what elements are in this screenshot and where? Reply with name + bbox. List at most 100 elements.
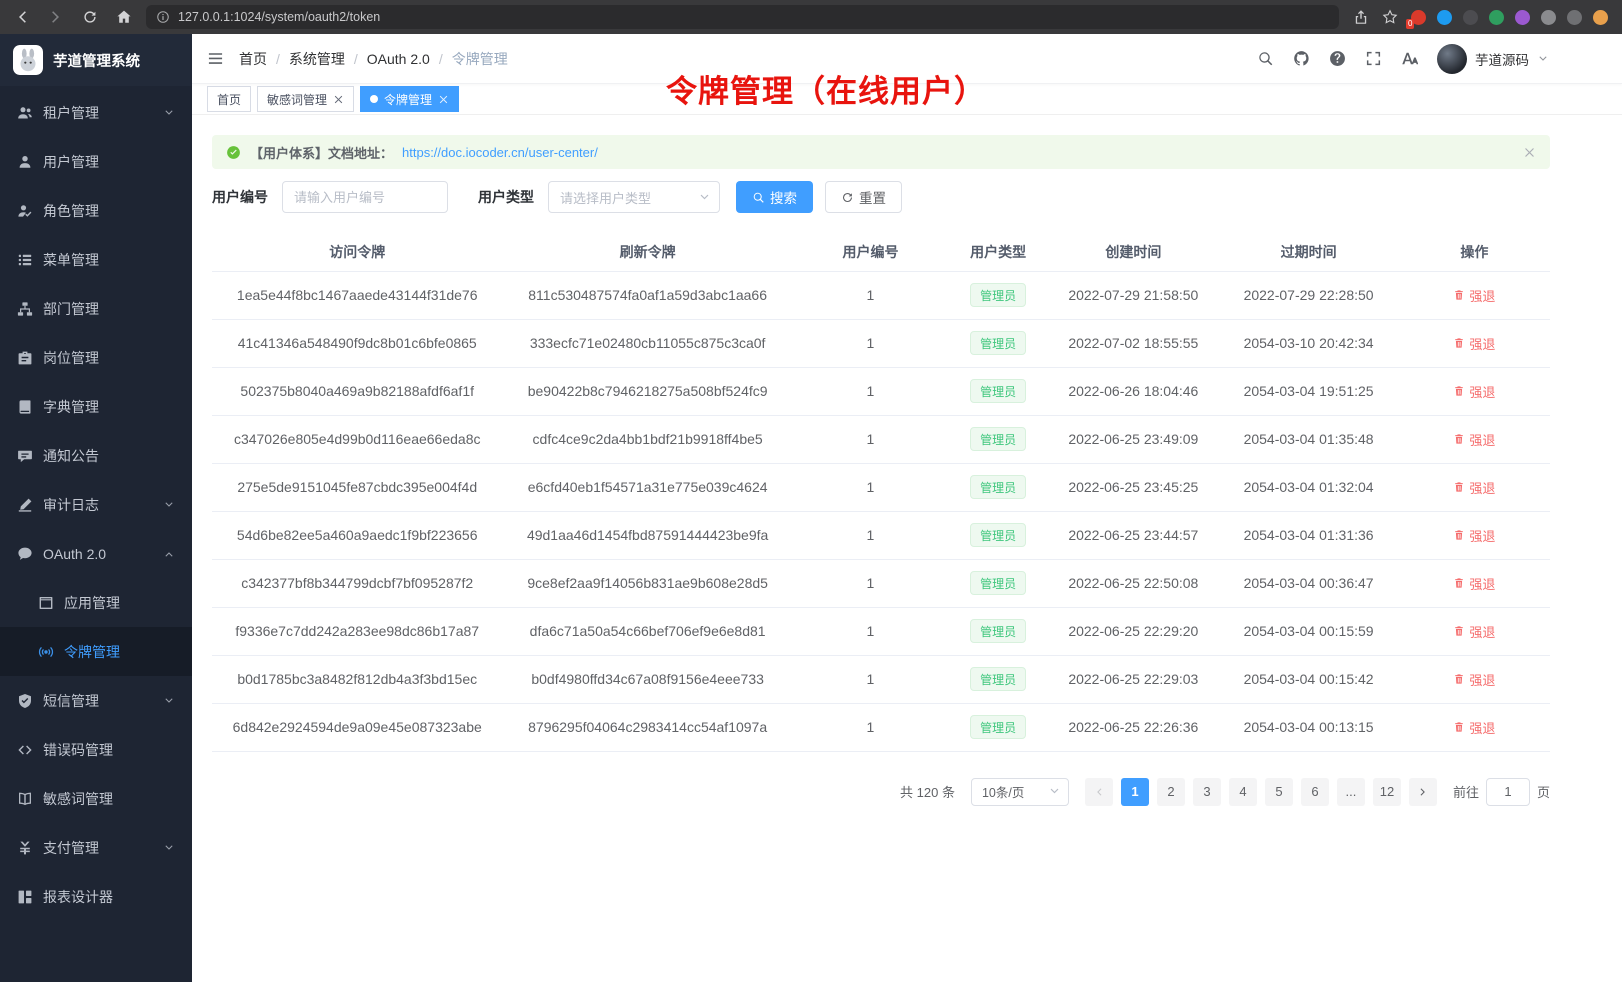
page-button-5[interactable]: 5 [1265,778,1293,806]
share-icon[interactable] [1353,9,1369,25]
font-size-icon[interactable] [1401,50,1418,67]
tab-close-icon[interactable] [438,94,449,105]
extension-panel-icon[interactable] [1567,10,1582,25]
search-button[interactable]: 搜索 [736,181,813,213]
extensions-area: 0 [1411,10,1608,25]
oauth-icon [17,546,33,562]
sidebar-item-岗位管理[interactable]: 岗位管理 [0,333,192,382]
browser-back-icon[interactable] [14,9,30,25]
force-logout-button[interactable]: 强退 [1453,670,1495,689]
next-page-button[interactable] [1409,778,1437,806]
trash-icon [1453,721,1465,733]
browser-forward-icon[interactable] [48,9,64,25]
doc-alert: 【用户体系】文档地址： https://doc.iocoder.cn/user-… [212,135,1550,169]
cell-create-time: 2022-06-25 22:26:36 [1048,703,1218,751]
sidebar-item-审计日志[interactable]: 审计日志 [0,480,192,529]
profile-avatar-icon[interactable] [1593,10,1608,25]
page-size-select[interactable]: 10条/页 [971,778,1069,806]
tab-首页[interactable]: 首页 [207,86,251,112]
breadcrumb-item[interactable]: OAuth 2.0 [367,51,430,67]
tab-令牌管理[interactable]: 令牌管理 [360,86,459,112]
sidebar-item-通知公告[interactable]: 通知公告 [0,431,192,480]
page-button-6[interactable]: 6 [1301,778,1329,806]
sidebar-item-label: 敏感词管理 [43,789,175,809]
sidebar-item-应用管理[interactable]: 应用管理 [0,578,192,627]
sidebar-item-支付管理[interactable]: 支付管理 [0,823,192,872]
sidebar-item-错误码管理[interactable]: 错误码管理 [0,725,192,774]
sidebar-item-菜单管理[interactable]: 菜单管理 [0,235,192,284]
sidebar-item-label: 菜单管理 [43,250,175,270]
chevron-down-icon [1537,53,1549,65]
page-button-12[interactable]: 12 [1373,778,1401,806]
role-icon [17,203,33,219]
page-button-1[interactable]: 1 [1121,778,1149,806]
extension-pinwheel-icon[interactable] [1515,10,1530,25]
sidebar-item-短信管理[interactable]: 短信管理 [0,676,192,725]
sidebar-item-用户管理[interactable]: 用户管理 [0,137,192,186]
extension-green-icon[interactable] [1489,10,1504,25]
extension-puzzle-icon[interactable] [1541,10,1556,25]
sidebar-item-租户管理[interactable]: 租户管理 [0,88,192,137]
user-menu[interactable]: 芋道源码 [1437,44,1549,74]
app-window-icon [38,595,54,611]
tab-敏感词管理[interactable]: 敏感词管理 [257,86,354,112]
address-bar[interactable]: 127.0.0.1:1024/system/oauth2/token [146,5,1339,29]
collapse-sidebar-icon[interactable] [207,50,224,67]
force-logout-button[interactable]: 强退 [1453,622,1495,641]
site-info-icon[interactable] [156,10,170,24]
alert-close-icon[interactable] [1523,146,1536,159]
extension-twitter-icon[interactable] [1437,10,1452,25]
sidebar-item-OAuth 2.0[interactable]: OAuth 2.0 [0,529,192,578]
doc-link[interactable]: https://doc.iocoder.cn/user-center/ [402,145,598,160]
github-icon[interactable] [1293,50,1310,67]
navbar-right: 芋道源码 [1257,44,1607,74]
page: 127.0.0.1:1024/system/oauth2/token 0 芋道管… [0,0,1622,982]
prev-page-button[interactable] [1085,778,1113,806]
sidebar-item-令牌管理[interactable]: 令牌管理 [0,627,192,676]
sidebar-item-敏感词管理[interactable]: 敏感词管理 [0,774,192,823]
force-logout-button[interactable]: 强退 [1453,286,1495,305]
trash-icon [1453,289,1465,301]
sidebar-item-报表设计器[interactable]: 报表设计器 [0,872,192,921]
force-logout-button[interactable]: 强退 [1453,574,1495,593]
force-logout-button[interactable]: 强退 [1453,382,1495,401]
page-button-3[interactable]: 3 [1193,778,1221,806]
tab-close-icon[interactable] [333,94,344,105]
cell-expire-time: 2054-03-04 01:31:36 [1218,511,1398,559]
sidebar-item-部门管理[interactable]: 部门管理 [0,284,192,333]
cell-user-id: 1 [793,607,948,655]
app-logo[interactable]: 芋道管理系统 [0,34,192,86]
breadcrumb-item[interactable]: 首页 [239,49,267,69]
extension-red-icon[interactable]: 0 [1411,10,1426,25]
cell-expire-time: 2054-03-04 00:15:59 [1218,607,1398,655]
extension-dark-icon[interactable] [1463,10,1478,25]
user-type-select[interactable]: 请选择用户类型 [548,181,720,213]
force-logout-button[interactable]: 强退 [1453,430,1495,449]
force-logout-button[interactable]: 强退 [1453,478,1495,497]
browser-home-icon[interactable] [116,9,132,25]
force-logout-button[interactable]: 强退 [1453,718,1495,737]
force-logout-button[interactable]: 强退 [1453,526,1495,545]
browser-reload-icon[interactable] [82,9,98,25]
page-button-2[interactable]: 2 [1157,778,1185,806]
bookmark-star-icon[interactable] [1382,9,1398,25]
reset-button[interactable]: 重置 [825,181,902,213]
page-button-4[interactable]: 4 [1229,778,1257,806]
force-logout-button[interactable]: 强退 [1453,334,1495,353]
user-avatar [1437,44,1467,74]
sidebar-item-角色管理[interactable]: 角色管理 [0,186,192,235]
page-size-value: 10条/页 [982,782,1024,801]
fullscreen-icon[interactable] [1365,50,1382,67]
cell-access-token: 275e5de9151045fe87cbdc395e004f4d [212,463,502,511]
app-frame: 芋道管理系统 租户管理用户管理角色管理菜单管理部门管理岗位管理字典管理通知公告审… [0,34,1622,982]
cell-user-id: 1 [793,463,948,511]
user-id-input[interactable] [282,181,448,213]
search-icon[interactable] [1257,50,1274,67]
goto-page-input[interactable] [1486,778,1530,806]
breadcrumb-item[interactable]: 系统管理 [289,49,345,69]
user-type-tag: 管理员 [970,619,1026,643]
breadcrumb-item: 令牌管理 [452,49,508,69]
page-more-button[interactable]: ... [1337,778,1365,806]
sidebar-item-字典管理[interactable]: 字典管理 [0,382,192,431]
help-icon[interactable] [1329,50,1346,67]
